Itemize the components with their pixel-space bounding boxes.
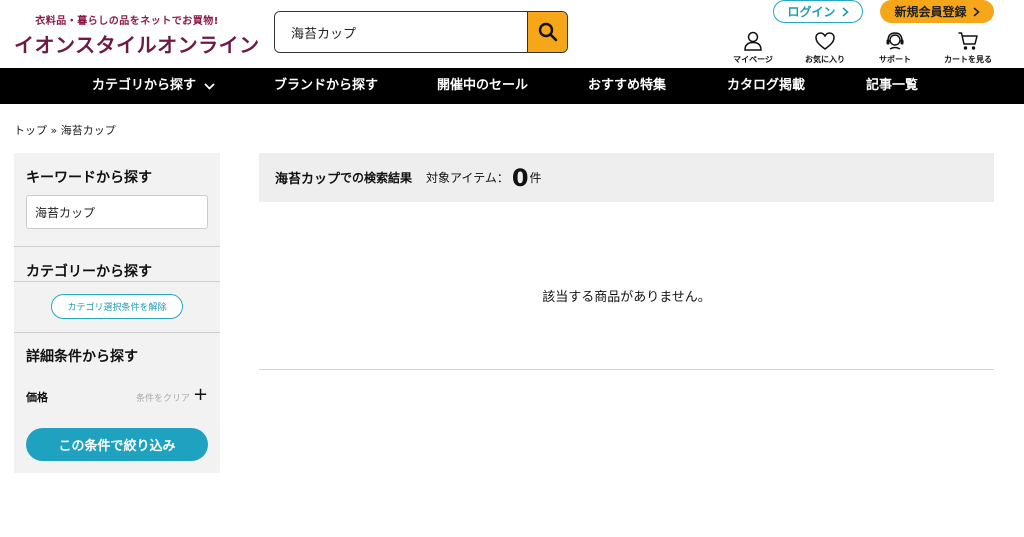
keyword-input[interactable]	[26, 195, 208, 229]
cart-label: カートを見る	[944, 55, 992, 64]
nav-brand[interactable]: ブランドから探す	[274, 68, 378, 104]
logo-tagline: 衣料品・暮らしの品をネットでお買物!	[35, 16, 219, 27]
sidebar-divider	[14, 246, 220, 247]
result-divider	[259, 369, 994, 370]
site-logo[interactable]: 衣料品・暮らしの品をネットでお買物! イオンスタイルオンライン	[14, 12, 260, 58]
nav-catalog[interactable]: カタログ掲載	[727, 68, 805, 104]
result-unit: 件	[529, 171, 542, 185]
result-count: 0	[511, 163, 529, 192]
nav-catalog-label: カタログ掲載	[727, 78, 806, 93]
logo-name: イオンスタイルオンライン	[14, 33, 260, 57]
support-label: サポート	[879, 55, 911, 64]
nav-category-label: カテゴリから探す	[92, 78, 197, 93]
nav-articles-label: 記事一覧	[866, 78, 919, 93]
result-keyword: 海苔カップ	[275, 172, 341, 187]
chevron-right-icon	[841, 6, 849, 17]
mypage-link[interactable]: マイページ	[723, 30, 783, 65]
search-button[interactable]	[527, 12, 567, 52]
nav-articles[interactable]: 記事一覧	[866, 68, 918, 104]
nav-sale-label: 開催中のセール	[437, 78, 529, 93]
global-nav: カテゴリから探す ブランドから探す 開催中のセール おすすめ特集 カタログ掲載 …	[0, 68, 1024, 104]
price-label: 価格	[26, 391, 48, 404]
register-label: 新規会員登録	[894, 5, 967, 19]
support-link[interactable]: サポート	[865, 30, 925, 65]
search-input[interactable]	[275, 12, 527, 52]
search-box	[274, 11, 568, 53]
empty-result-message: 該当する商品がありません。	[542, 290, 711, 305]
nav-sale[interactable]: 開催中のセール	[437, 68, 528, 104]
clear-category-button[interactable]: カテゴリ選択条件を解除	[51, 294, 183, 319]
category-heading: カテゴリーから探す	[26, 264, 152, 280]
nav-feature-label: おすすめ特集	[588, 78, 667, 93]
register-button[interactable]: 新規会員登録	[880, 0, 994, 23]
sidebar-divider	[14, 332, 220, 333]
breadcrumb-separator: »	[50, 124, 58, 137]
site-header: 衣料品・暮らしの品をネットでお買物! イオンスタイルオンライン ログイン 新規会…	[0, 0, 1024, 68]
chevron-right-icon	[972, 6, 980, 17]
headset-icon	[886, 32, 904, 50]
apply-filter-button[interactable]: この条件で絞り込み	[26, 428, 208, 461]
detail-heading: 詳細条件から探す	[26, 349, 138, 365]
cart-link[interactable]: カートを見る	[938, 30, 998, 65]
plus-icon[interactable]: +	[193, 386, 208, 404]
mypage-label: マイページ	[733, 55, 773, 64]
breadcrumb-current: 海苔カップ	[60, 124, 116, 137]
price-clear-link[interactable]: 条件をクリア	[136, 391, 190, 404]
person-icon	[744, 31, 762, 51]
filter-sidebar: キーワードから探す カテゴリーから探す カテゴリ選択条件を解除 詳細条件から探す…	[14, 153, 220, 473]
favorites-label: お気に入り	[805, 55, 845, 64]
result-target-label: 対象アイテム：	[426, 171, 509, 185]
result-keyword-suffix: での検索結果	[340, 171, 413, 185]
breadcrumb: トップ » 海苔カップ	[14, 122, 116, 138]
login-button[interactable]: ログイン	[773, 0, 863, 23]
login-label: ログイン	[787, 5, 836, 19]
sidebar-divider	[14, 281, 220, 282]
nav-brand-label: ブランドから探す	[274, 78, 379, 93]
cart-icon	[958, 32, 978, 50]
heart-icon	[815, 32, 835, 50]
chevron-down-icon	[204, 82, 215, 90]
favorites-link[interactable]: お気に入り	[795, 30, 855, 65]
nav-feature[interactable]: おすすめ特集	[588, 68, 666, 104]
search-icon	[538, 22, 557, 42]
result-summary-bar: 海苔カップ での検索結果 対象アイテム： 0 件	[259, 153, 994, 202]
nav-category[interactable]: カテゴリから探す	[92, 68, 215, 104]
keyword-heading: キーワードから探す	[26, 170, 152, 186]
breadcrumb-home[interactable]: トップ	[14, 124, 47, 137]
